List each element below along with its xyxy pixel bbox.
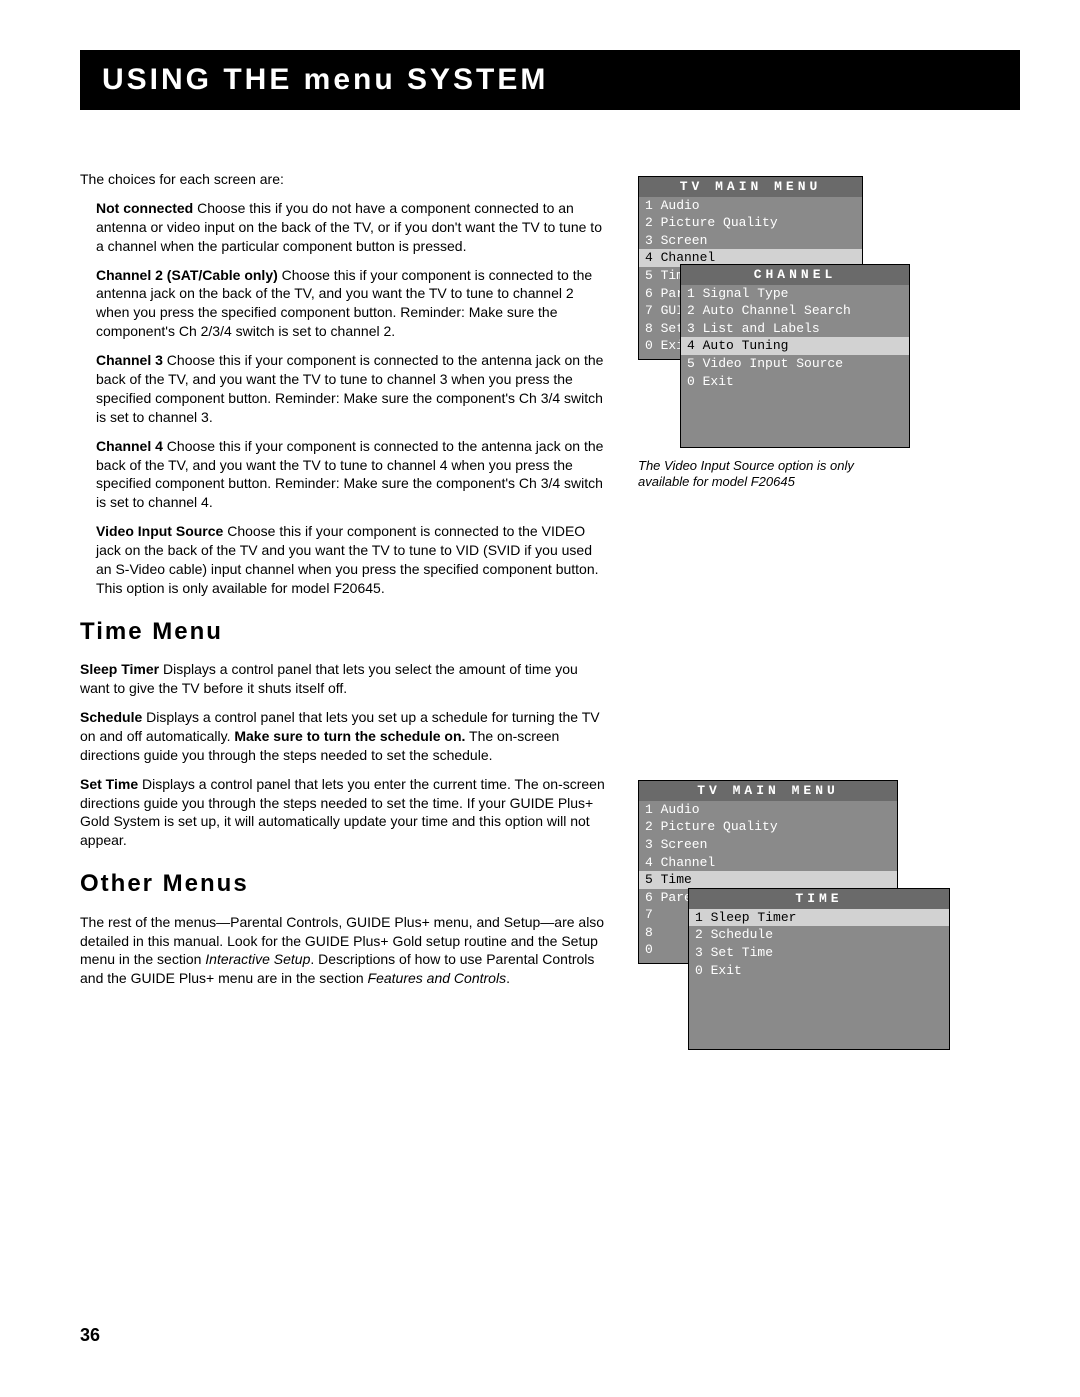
osd2-subtitle: TIME	[689, 889, 949, 909]
content-columns: The choices for each screen are: Not con…	[80, 170, 1020, 1019]
para-schedule: Schedule Displays a control panel that l…	[80, 708, 610, 765]
term-not-connected: Not connected	[96, 200, 193, 216]
osd1-title: TV MAIN MENU	[639, 177, 862, 197]
osd1-r2: 2 Picture Quality	[639, 214, 862, 232]
right-column: TV MAIN MENU 1 Audio 2 Picture Quality 3…	[638, 170, 1020, 1019]
bold-make-sure: Make sure to turn the schedule on.	[234, 728, 465, 744]
osd1-blank2	[681, 408, 909, 426]
para-video-input: Video Input Source Choose this if your c…	[80, 522, 610, 598]
osd2-r1: 1 Audio	[639, 801, 897, 819]
para-other-menus: The rest of the menus—Parental Controls,…	[80, 913, 610, 989]
tv-screenshot-time: TV MAIN MENU 1 Audio 2 Picture Quality 3…	[638, 780, 1020, 964]
osd1-subtitle: CHANNEL	[681, 265, 909, 285]
osd1-s2: 2 Auto Channel Search	[681, 302, 909, 320]
intro-line: The choices for each screen are:	[80, 170, 610, 189]
term-set-time: Set Time	[80, 776, 138, 792]
term-sleep-timer: Sleep Timer	[80, 661, 159, 677]
osd1-s5: 5 Video Input Source	[681, 355, 909, 373]
osd2-s3: 3 Set Time	[689, 944, 949, 962]
left-column: The choices for each screen are: Not con…	[80, 170, 610, 1019]
osd2-s4: 0 Exit	[689, 962, 949, 980]
para-channel4: Channel 4 Choose this if your component …	[80, 437, 610, 513]
osd1-s1: 1 Signal Type	[681, 285, 909, 303]
para-sleep-timer: Sleep Timer Displays a control panel tha…	[80, 660, 610, 698]
desc-channel4: Choose this if your component is connect…	[96, 438, 603, 511]
osd2-r2: 2 Picture Quality	[639, 818, 897, 836]
osd1-s6: 0 Exit	[681, 373, 909, 391]
osd2-s2: 2 Schedule	[689, 926, 949, 944]
para-channel2: Channel 2 (SAT/Cable only) Choose this i…	[80, 266, 610, 342]
osd1-sub-body: 1 Signal Type 2 Auto Channel Search 3 Li…	[681, 285, 909, 447]
osd2-r4: 4 Channel	[639, 854, 897, 872]
heading-time-menu: Time Menu	[80, 616, 610, 648]
tv-screenshot-channel: TV MAIN MENU 1 Audio 2 Picture Quality 3…	[638, 176, 1020, 489]
para-set-time: Set Time Displays a control panel that l…	[80, 775, 610, 851]
osd2-title: TV MAIN MENU	[639, 781, 897, 801]
osd2-sub-body: 1 Sleep Timer 2 Schedule 3 Set Time 0 Ex…	[689, 909, 949, 1049]
osd1-s4-selected: 4 Auto Tuning	[681, 337, 909, 355]
term-channel2: Channel 2 (SAT/Cable only)	[96, 267, 278, 283]
osd1-blank1	[681, 390, 909, 408]
osd1-footnote: The Video Input Source option is only av…	[638, 458, 868, 489]
osd1-s3: 3 List and Labels	[681, 320, 909, 338]
term-schedule: Schedule	[80, 709, 142, 725]
osd1-blank3	[681, 425, 909, 443]
desc-set-time: Displays a control panel that lets you e…	[80, 776, 605, 849]
time-submenu-box: TIME 1 Sleep Timer 2 Schedule 3 Set Time…	[688, 888, 950, 1050]
osd1-r1: 1 Audio	[639, 197, 862, 215]
para-channel3: Channel 3 Choose this if your component …	[80, 351, 610, 427]
other-em1: Interactive Setup	[205, 951, 310, 967]
chapter-header: USING THE menu SYSTEM	[80, 50, 1020, 110]
para-not-connected: Not connected Choose this if you do not …	[80, 199, 610, 256]
other-em2: Features and Controls	[368, 970, 507, 986]
chapter-title: USING THE menu SYSTEM	[102, 60, 548, 101]
term-channel3: Channel 3	[96, 352, 163, 368]
osd1-r3: 3 Screen	[639, 232, 862, 250]
page-number: 36	[80, 1323, 100, 1347]
channel-submenu-box: CHANNEL 1 Signal Type 2 Auto Channel Sea…	[680, 264, 910, 448]
term-channel4: Channel 4	[96, 438, 163, 454]
heading-other-menus: Other Menus	[80, 868, 610, 900]
desc-channel3: Choose this if your component is connect…	[96, 352, 603, 425]
spacer	[638, 544, 1020, 774]
term-video-input: Video Input Source	[96, 523, 223, 539]
other-p3: .	[506, 970, 510, 986]
osd2-r5-selected: 5 Time	[639, 871, 897, 889]
osd2-s1-selected: 1 Sleep Timer	[689, 909, 949, 927]
osd2-r3: 3 Screen	[639, 836, 897, 854]
manual-page: USING THE menu SYSTEM The choices for ea…	[0, 0, 1080, 1397]
